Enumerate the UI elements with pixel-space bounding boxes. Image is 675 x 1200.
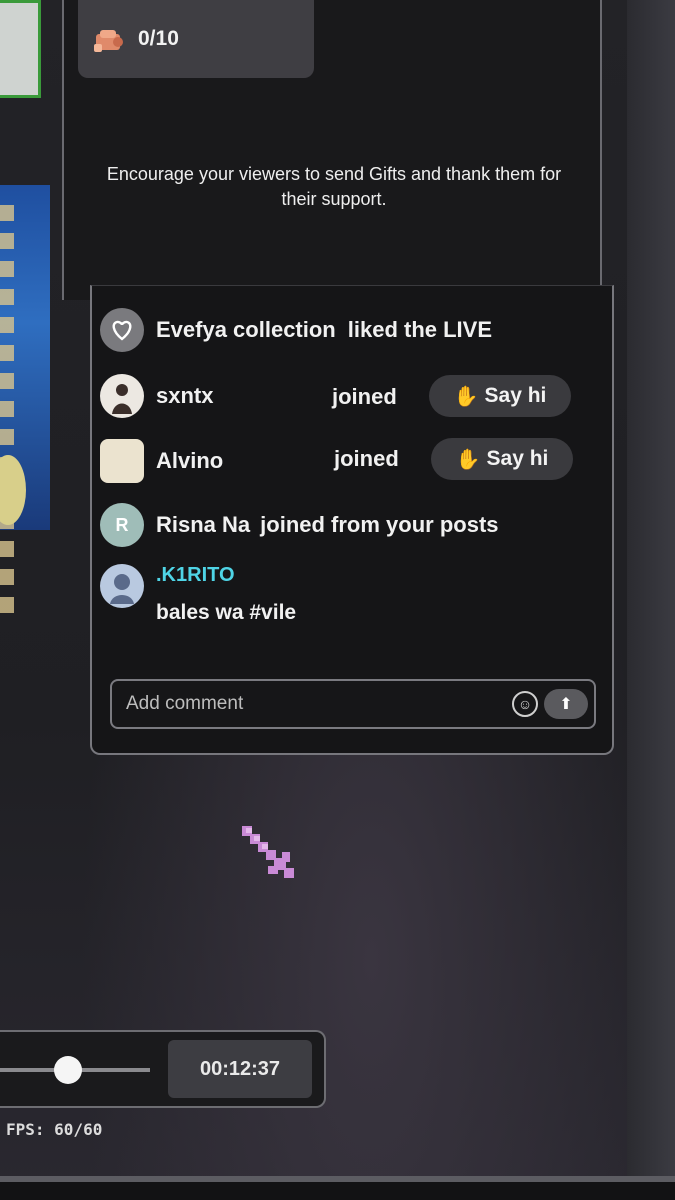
comment-user-name[interactable]: .K1RITO (156, 564, 296, 587)
avatar[interactable]: R (100, 503, 144, 547)
activity-feed: Evefya collection liked the LIVE sxntx j… (90, 285, 614, 755)
say-hi-button[interactable]: ✋ Say hi (431, 438, 573, 480)
activity-action: joined from your posts (260, 512, 499, 537)
comment-text: bales wa #vile (156, 601, 297, 624)
comment-item: .K1RITO bales wa #vile (100, 564, 296, 625)
gift-icon (94, 30, 123, 52)
comment-placeholder: Add comment (126, 693, 244, 714)
avatar-initial: R (115, 514, 129, 535)
activity-posts-join: R Risna Na joined from your posts (100, 503, 499, 547)
timeline-slider-handle[interactable] (54, 1056, 82, 1084)
wave-hand-icon: ✋ (453, 385, 479, 408)
emoji-icon[interactable]: ☺ (512, 691, 538, 717)
window-bottom (0, 1182, 675, 1200)
activity-action: joined (334, 446, 399, 471)
avatar[interactable] (100, 374, 144, 418)
avatar[interactable] (100, 564, 144, 608)
playback-controls: 00:12:37 (0, 1030, 326, 1108)
comment-input[interactable]: Add comment ☺ ⬆ (110, 679, 596, 729)
arrow-up-icon: ⬆ (559, 696, 573, 713)
video-preview-top (0, 0, 41, 98)
say-hi-label: Say hi (486, 447, 549, 470)
say-hi-label: Say hi (484, 384, 547, 407)
activity-action: liked the LIVE (347, 317, 493, 342)
wave-hand-icon: ✋ (455, 448, 481, 471)
activity-user-name[interactable]: Risna Na (156, 512, 250, 538)
preview-decoration (0, 455, 26, 525)
gift-panel: 0/10 Encourage your viewers to send Gift… (62, 0, 602, 300)
activity-action: joined (332, 384, 397, 409)
activity-join: Alvino (100, 439, 223, 483)
sword-cursor-icon (242, 826, 294, 878)
activity-user-name[interactable]: Alvino (156, 448, 223, 474)
gift-count: 0/10 (138, 27, 179, 50)
elapsed-time: 00:12:37 (168, 1040, 312, 1098)
gift-goal-card[interactable]: 0/10 (78, 0, 314, 78)
monitor-bezel (627, 0, 675, 1200)
activity-liked: Evefya collection liked the LIVE (100, 308, 492, 352)
activity-user-name[interactable]: sxntx (156, 383, 213, 409)
heart-icon (100, 308, 144, 352)
encourage-message: Encourage your viewers to send Gifts and… (106, 164, 562, 209)
send-button[interactable]: ⬆ (544, 689, 588, 719)
video-preview (0, 185, 50, 625)
activity-user-name[interactable]: Evefya collection (156, 317, 336, 343)
fps-readout: FPS: 60/60 (6, 1120, 103, 1139)
avatar[interactable] (100, 439, 144, 483)
say-hi-button[interactable]: ✋ Say hi (429, 375, 571, 417)
activity-join: sxntx (100, 374, 213, 418)
preview-decoration (0, 205, 14, 625)
